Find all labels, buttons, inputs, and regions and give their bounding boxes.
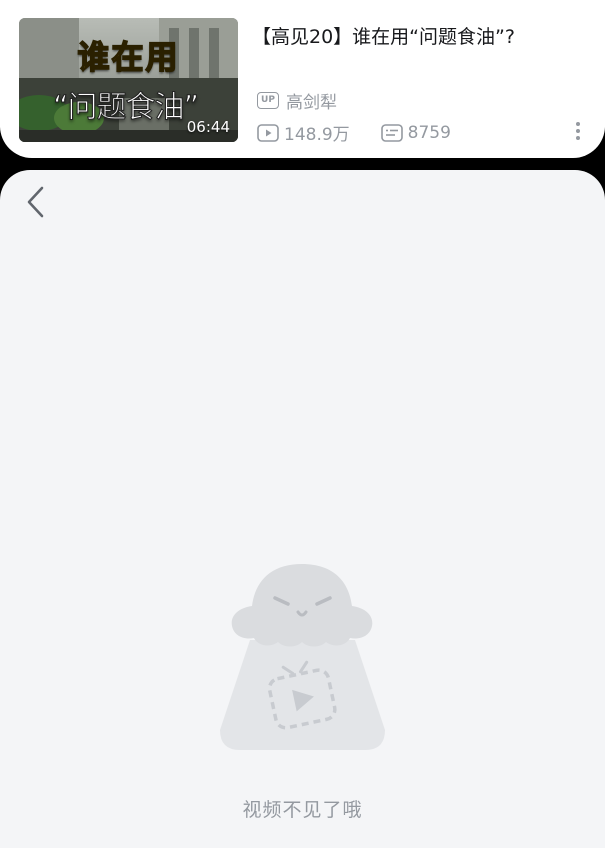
view-count: 148.9万 (284, 125, 350, 145)
video-duration: 06:44 (186, 118, 230, 136)
empty-state-message: 视频不见了哦 (242, 799, 363, 821)
danmaku-count: 8759 (407, 122, 451, 143)
video-card[interactable]: 谁在用 “问题食油” 06:44 【高见20】谁在用“问题食油”? UP 高剑犁… (0, 0, 605, 158)
chevron-left-icon (27, 186, 44, 218)
thumbnail-caption-bottom: “问题食油” (52, 90, 199, 126)
video-title[interactable]: 【高见20】谁在用“问题食油”? (252, 22, 582, 49)
thumbnail-caption-top: 谁在用 (77, 37, 180, 77)
up-badge-icon: UP (257, 92, 279, 109)
missing-video-mascot (220, 564, 385, 750)
uploader-name[interactable]: 高剑犁 (286, 88, 337, 113)
uploader-row[interactable]: UP 高剑犁 (257, 88, 337, 113)
danmaku-stat: 8759 (380, 122, 451, 143)
stats-row: 148.9万 8759 (257, 120, 451, 145)
views-stat: 148.9万 (257, 120, 350, 145)
play-count-icon (257, 123, 279, 142)
player-panel: 视频不见了哦 (0, 170, 605, 848)
danmaku-icon (380, 123, 403, 142)
back-button[interactable] (20, 184, 50, 220)
video-thumbnail[interactable]: 谁在用 “问题食油” 06:44 (19, 18, 238, 142)
more-vertical-icon[interactable] (570, 120, 586, 142)
